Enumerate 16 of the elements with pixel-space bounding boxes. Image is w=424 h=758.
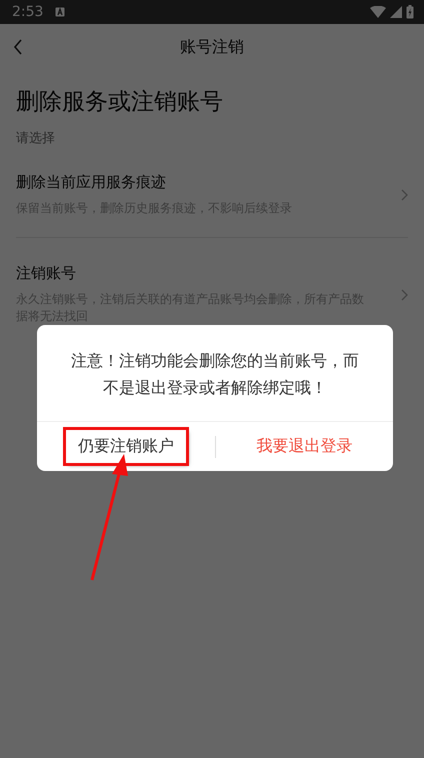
clock: 2:53 — [12, 4, 44, 20]
back-icon[interactable] — [13, 39, 23, 55]
dialog-message: 注意！注销功能会删除您的当前账号，而不是退出登录或者解除绑定哦！ — [70, 350, 360, 399]
battery-icon — [406, 5, 414, 19]
option-title: 删除当前应用服务痕迹 — [16, 173, 167, 192]
chevron-icon — [401, 189, 408, 201]
notification-icon — [55, 7, 66, 17]
wifi-icon — [370, 6, 386, 18]
heading: 删除服务或注销账号 — [16, 88, 224, 117]
page-title: 账号注销 — [180, 36, 244, 58]
option-title: 注销账号 — [16, 264, 77, 283]
confirm-button[interactable]: 仍要注销账户 — [66, 430, 186, 463]
chevron-icon — [401, 288, 408, 300]
signal-icon — [390, 6, 402, 18]
logout-button[interactable]: 我要退出登录 — [246, 430, 362, 463]
subheading: 请选择 — [16, 130, 56, 147]
